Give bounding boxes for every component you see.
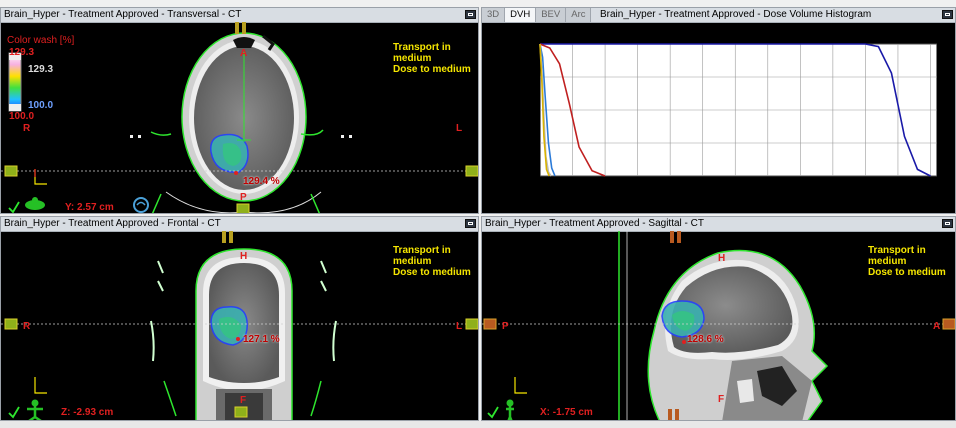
calc-info: Transport in medium Dose to medium — [868, 245, 946, 278]
viewport-frontal[interactable]: Brain_Hyper - Treatment Approved - Front… — [0, 216, 479, 421]
info-line-1: Transport in — [393, 42, 451, 53]
slice-position: Z: -2.93 cm — [61, 407, 114, 418]
orientation-right: L — [456, 321, 463, 332]
slice-position: Y: 2.57 cm — [65, 202, 114, 213]
image-area[interactable]: Color wash [%] 129.3 129.3 100.0 100.0 A… — [1, 22, 478, 213]
viewport-title-bar: Brain_Hyper - Treatment Approved - Sagit… — [482, 217, 955, 232]
y-tick-label: 0 — [530, 171, 535, 181]
orientation-bottom: F — [718, 394, 725, 405]
viewport-title: Brain_Hyper - Treatment Approved - Sagit… — [485, 218, 704, 229]
dose-label: 127.1 % — [243, 334, 280, 345]
y-axis-label: Ratio of Total Structure Volume [%] — [485, 48, 494, 172]
tab-arc[interactable]: Arc — [566, 8, 592, 22]
orientation-top: A — [240, 48, 248, 59]
orientation-left: R — [23, 123, 31, 134]
calc-info: Transport in medium Dose to medium — [393, 42, 471, 75]
info-line-3: Dose to medium — [868, 267, 946, 278]
dose-label: 129.4 % — [243, 176, 280, 187]
viewport-sagittal[interactable]: Brain_Hyper - Treatment Approved - Sagit… — [481, 216, 956, 421]
viewport-title: Brain_Hyper - Treatment Approved - Trans… — [4, 9, 242, 20]
dvh-chart-area: 0 25 50 75 100 0 50 100 0 20 40 Dose [Gy] Relative d… — [482, 22, 955, 213]
orientation-right: A — [933, 321, 941, 332]
info-line-1: Transport in — [868, 245, 926, 256]
maximize-icon[interactable] — [465, 219, 476, 228]
colorwash-label: Color wash [%] — [7, 35, 75, 46]
dose-label: 128.6 % — [687, 334, 724, 345]
viewport-title: Brain_Hyper - Treatment Approved - Front… — [4, 218, 221, 229]
info-line-1: Transport in — [393, 245, 451, 256]
scale-max-label: 129.3 — [9, 47, 35, 58]
info-line-2: medium — [393, 53, 432, 64]
info-line-2: medium — [393, 256, 432, 267]
orientation-right: L — [456, 123, 463, 134]
image-area[interactable]: H P A F Transport in medium Dose to medi… — [482, 231, 955, 420]
info-line-3: Dose to medium — [393, 267, 471, 278]
orientation-left: R — [23, 321, 31, 332]
x-axis-label: Relative dose [%] — [668, 189, 738, 199]
slice-position: X: -1.75 cm — [540, 407, 593, 418]
tab-dvh[interactable]: DVH — [505, 8, 537, 22]
maximize-icon[interactable] — [942, 10, 953, 19]
info-line-3: Dose to medium — [393, 64, 471, 75]
info-line-2: medium — [868, 256, 907, 267]
maximize-icon[interactable] — [942, 219, 953, 228]
y-tick-label: 25 — [525, 138, 535, 148]
scale-top-value: 129.3 — [28, 64, 54, 75]
scale-min-label: 100.0 — [9, 111, 35, 122]
x2-tick-label: 40 — [860, 33, 870, 43]
y-tick-label: 75 — [525, 72, 535, 82]
orientation-left: P — [502, 321, 509, 332]
scale-ref-value: 100.0 — [28, 100, 54, 111]
x2-tick-label: 0 — [537, 33, 542, 43]
orientation-top: H — [240, 251, 248, 262]
viewport-title: Brain_Hyper - Treatment Approved - Dose … — [600, 9, 872, 20]
x-tick-label: 100 — [858, 179, 873, 189]
viewport-title-bar: 3D DVH BEV Arc Brain_Hyper - Treatment A… — [482, 8, 955, 23]
orientation-bottom: P — [240, 192, 247, 203]
y-tick-label: 50 — [525, 105, 535, 115]
image-area[interactable]: H R L F Transport in medium Dose to medi… — [1, 231, 478, 420]
viewport-title-bar: Brain_Hyper - Treatment Approved - Front… — [1, 217, 478, 232]
x2-axis-label: Dose [Gy] — [718, 24, 758, 34]
tab-3d[interactable]: 3D — [482, 8, 506, 22]
maximize-icon[interactable] — [465, 10, 476, 19]
calc-info: Transport in medium Dose to medium — [393, 245, 471, 278]
x2-tick-label: 20 — [698, 33, 708, 43]
x-tick-label: 50 — [698, 179, 708, 189]
orientation-top: H — [718, 253, 726, 264]
viewport-title-bar: Brain_Hyper - Treatment Approved - Trans… — [1, 8, 478, 23]
orientation-bottom: F — [240, 395, 247, 406]
y-tick-label: 100 — [520, 39, 535, 49]
status-strip — [0, 421, 956, 428]
dvh-chart: 02550751000 50 1000 20 40Dose [Gy]Relative d… — [485, 24, 938, 199]
viewport-dvh[interactable]: 3D DVH BEV Arc Brain_Hyper - Treatment A… — [481, 7, 956, 214]
viewport-transversal[interactable]: Brain_Hyper - Treatment Approved - Trans… — [0, 7, 479, 214]
x-tick-label: 0 — [537, 179, 542, 189]
tab-bev[interactable]: BEV — [536, 8, 567, 22]
view-tabs: 3D DVH BEV Arc — [482, 8, 592, 22]
